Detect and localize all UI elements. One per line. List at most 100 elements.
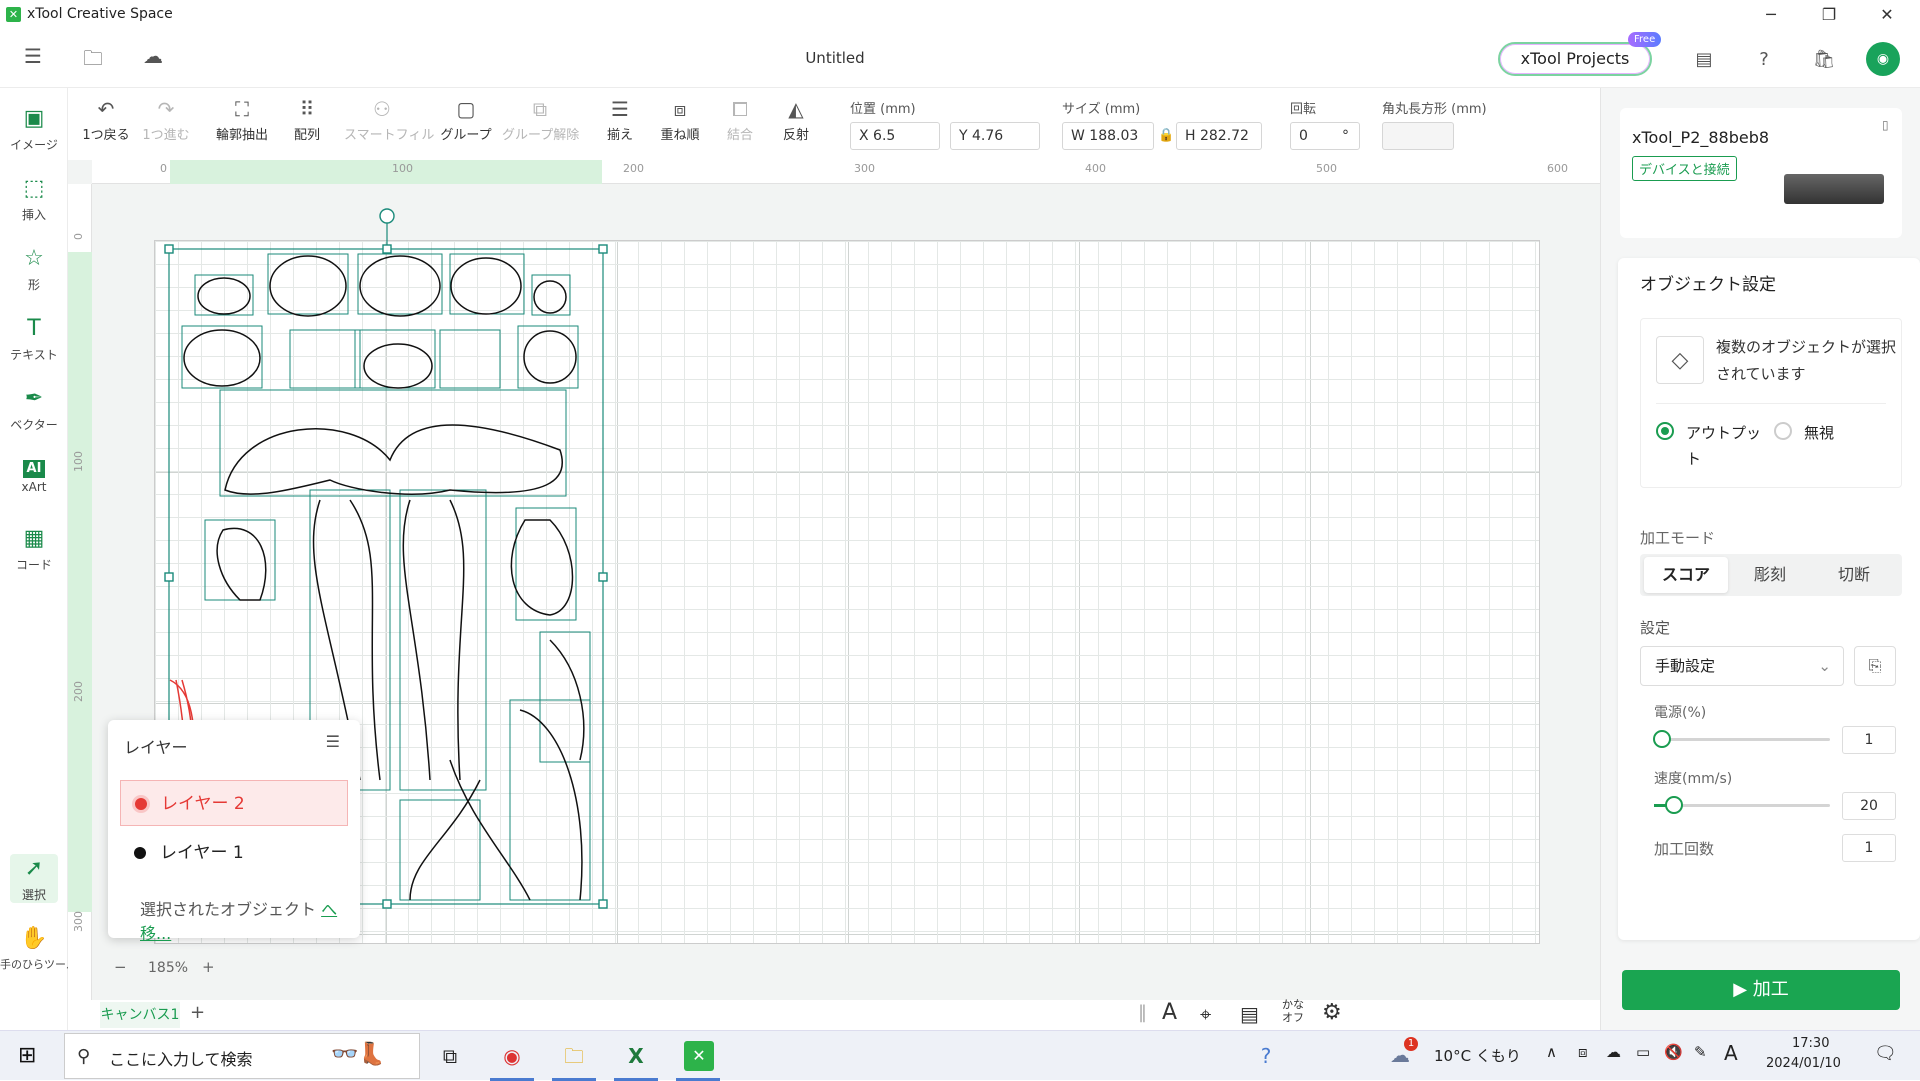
ignore-label: 無視: [1804, 424, 1835, 442]
ruler-v-label: 300: [72, 911, 85, 932]
avatar[interactable]: ◉: [1866, 42, 1900, 76]
flip-button[interactable]: ◭ 反射: [772, 94, 820, 143]
pen-tray-icon[interactable]: ✎: [1694, 1043, 1707, 1061]
layer-row-2[interactable]: レイヤー 2: [120, 780, 348, 826]
device-info-icon[interactable]: ▯: [1882, 118, 1889, 132]
tool-vector[interactable]: ✒ ベクター: [0, 384, 68, 433]
device-tray-icon[interactable]: ⧈: [1578, 1043, 1588, 1061]
xtool-projects-button[interactable]: xTool Projects: [1498, 42, 1652, 76]
layer-row-1[interactable]: レイヤー 1: [120, 830, 348, 876]
width-field[interactable]: W 188.03: [1062, 122, 1154, 150]
array-button[interactable]: ⠿ 配列: [282, 94, 332, 143]
help-icon[interactable]: ?: [1750, 46, 1778, 74]
tool-text[interactable]: T テキスト: [0, 314, 68, 363]
combine-button[interactable]: ⧠ 結合: [718, 94, 762, 143]
restore-button[interactable]: ❐: [1800, 0, 1858, 30]
ruler-h-label: 600: [1547, 162, 1568, 175]
clock-date[interactable]: 2024/01/10: [1766, 1056, 1841, 1071]
save-settings-icon[interactable]: ⎘: [1854, 646, 1896, 686]
ime-indicator[interactable]: A: [1724, 1041, 1738, 1065]
help-tray-icon[interactable]: ?: [1246, 1039, 1286, 1073]
tool-xart[interactable]: AI xArt: [0, 454, 68, 494]
tool-image[interactable]: ▣ イメージ: [0, 104, 68, 153]
y-field[interactable]: Y 4.76: [950, 122, 1040, 150]
windows-start-icon[interactable]: ⊞: [18, 1043, 36, 1068]
layer-color-dot: [135, 798, 147, 810]
mode-tab-cut[interactable]: 切断: [1812, 557, 1896, 593]
tab-canvas-1[interactable]: キャンバス1: [100, 1002, 180, 1028]
rotate-field[interactable]: 0 °: [1290, 122, 1360, 150]
smartfill-label: スマートフィル: [344, 128, 435, 143]
add-canvas-button[interactable]: +: [190, 1002, 205, 1023]
power-slider[interactable]: [1654, 738, 1830, 741]
power-input[interactable]: 1: [1842, 726, 1896, 754]
shop-icon[interactable]: 🛍: [1810, 46, 1838, 74]
layers-footer: 選択されたオブジェクト へ移...: [140, 896, 360, 944]
chrome-icon[interactable]: ◉: [492, 1039, 532, 1073]
connect-device-button[interactable]: デバイスと接続: [1632, 156, 1737, 181]
ignore-radio[interactable]: [1774, 422, 1792, 440]
ruler-h-label: 200: [623, 162, 644, 175]
taskbar-search[interactable]: ⚲ ここに入力して検索 👓👢: [64, 1033, 420, 1079]
height-field[interactable]: H 282.72: [1176, 122, 1262, 150]
volume-icon[interactable]: 🔇: [1664, 1043, 1683, 1061]
passes-input[interactable]: 1: [1842, 834, 1896, 862]
zoom-out-button[interactable]: −: [114, 958, 127, 976]
battery-icon[interactable]: ▭: [1636, 1043, 1650, 1061]
weather-text[interactable]: 10°C くもり: [1434, 1045, 1521, 1066]
corner-radius-field[interactable]: [1382, 122, 1454, 150]
text-box-icon[interactable]: ▤: [1240, 1002, 1259, 1026]
tool-code[interactable]: ▦ コード: [0, 524, 68, 573]
material-icon[interactable]: ▤: [1690, 46, 1718, 74]
tool-select[interactable]: ➚ 選択: [10, 854, 58, 903]
settings-dropdown[interactable]: 手動設定 ⌄: [1640, 646, 1844, 686]
ruler-h-label: 300: [854, 162, 875, 175]
power-slider-knob[interactable]: [1653, 730, 1671, 748]
excel-icon[interactable]: X: [616, 1039, 656, 1073]
lock-icon[interactable]: 🔒: [1158, 128, 1174, 143]
speed-slider-knob[interactable]: [1665, 796, 1683, 814]
clock-time[interactable]: 17:30: [1792, 1036, 1829, 1051]
onedrive-icon[interactable]: ☁: [1606, 1043, 1621, 1061]
text-transform-icon[interactable]: ⌖: [1200, 1002, 1211, 1026]
undo-button[interactable]: ↶ 1つ戻る: [78, 94, 134, 143]
chevron-up-icon[interactable]: ∧: [1546, 1043, 1557, 1061]
speed-input[interactable]: 20: [1842, 792, 1896, 820]
tool-shape[interactable]: ☆ 形: [0, 244, 68, 293]
x-field[interactable]: X 6.5: [850, 122, 940, 150]
zoom-value[interactable]: 185%: [148, 960, 188, 976]
smartfill-button[interactable]: ⚇ スマートフィル: [344, 94, 435, 143]
combine-icon: ⧠: [732, 97, 748, 121]
minimize-button[interactable]: ─: [1742, 0, 1800, 30]
weather-badge: 1: [1404, 1037, 1418, 1051]
gear-icon[interactable]: ⚙: [1322, 1000, 1342, 1025]
tool-insert[interactable]: ⬚ 挿入: [0, 174, 68, 223]
drag-handle-icon[interactable]: ‖: [1138, 1002, 1147, 1023]
task-view-icon[interactable]: ⧉: [430, 1039, 470, 1073]
zoom-in-button[interactable]: +: [202, 958, 215, 976]
tool-hand[interactable]: ✋ 手のひらツール: [0, 924, 77, 972]
output-label: アウトプット: [1686, 424, 1762, 468]
layer-2-label: レイヤー 2: [161, 794, 245, 814]
mode-tab-engrave[interactable]: 彫刻: [1728, 557, 1812, 593]
arrange-button[interactable]: ⧈ 重ね順: [654, 94, 706, 143]
xtool-taskbar-icon[interactable]: ✕: [684, 1041, 714, 1071]
layers-menu-icon[interactable]: ☰: [326, 732, 340, 751]
file-explorer-icon[interactable]: 🗀: [554, 1039, 594, 1073]
kana-off-toggle[interactable]: かな オフ: [1282, 998, 1304, 1024]
document-title[interactable]: Untitled: [0, 49, 1670, 67]
group-button[interactable]: ▢ グループ: [440, 94, 492, 143]
notification-icon[interactable]: 🗨: [1874, 1043, 1897, 1064]
process-button[interactable]: ▶ 加工: [1622, 970, 1900, 1010]
size-label: サイズ (mm): [1062, 102, 1141, 117]
font-icon[interactable]: A: [1162, 1000, 1177, 1025]
mode-tab-score[interactable]: スコア: [1644, 557, 1728, 593]
align-button[interactable]: ☰ 揃え: [598, 94, 642, 143]
corner-radius-label: 角丸長方形 (mm): [1382, 102, 1487, 117]
redo-icon: ↷: [157, 97, 175, 121]
outline-button[interactable]: ⛶ 輪郭抽出: [212, 94, 272, 143]
output-radio[interactable]: [1656, 422, 1674, 440]
ungroup-button[interactable]: ⧉ グループ解除: [502, 94, 579, 143]
redo-button[interactable]: ↷ 1つ進む: [138, 94, 194, 143]
close-button[interactable]: ✕: [1858, 0, 1916, 30]
